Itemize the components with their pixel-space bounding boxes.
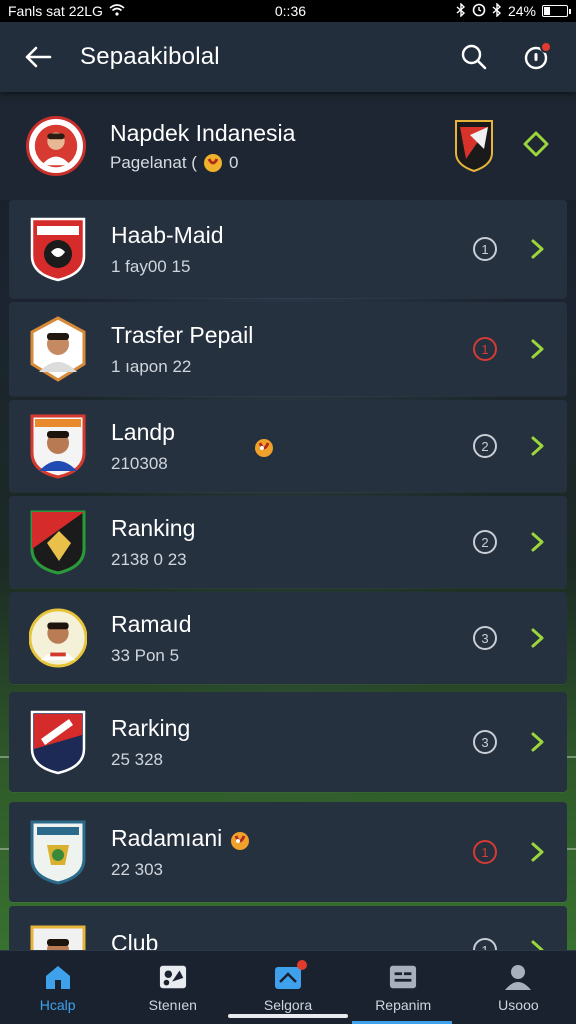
wifi-icon — [109, 3, 125, 19]
item-subtitle: 1 ıapon 22 — [111, 356, 192, 376]
club-badge-icon — [29, 819, 87, 885]
status-indicator: 1 — [473, 237, 497, 261]
nav-item-home[interactable]: Hcalp — [0, 951, 115, 1024]
nav-label: Repanim — [375, 996, 432, 1013]
item-title: Landp — [111, 418, 175, 445]
item-title: Rarking — [111, 714, 191, 741]
item-text: Landp 210308 — [111, 419, 253, 474]
player-badge-icon — [29, 605, 87, 671]
featured-subtitle-text: Pagelanat ( — [110, 152, 197, 172]
app-bar: Sepaakibolal — [0, 22, 576, 92]
user-icon — [504, 963, 532, 991]
nav-item-user[interactable]: Usooo — [461, 951, 576, 1024]
club-badge-icon — [29, 216, 87, 282]
item-subtitle: 22 303 — [111, 859, 163, 879]
item-subtitle: 1 fay00 15 — [111, 256, 191, 276]
nav-label: Usooo — [498, 996, 539, 1013]
notification-dot — [540, 41, 552, 53]
clock-text: 0::36 — [274, 3, 307, 19]
status-left: Fanls sat 22LG — [8, 3, 125, 19]
bluetooth-icon — [456, 1, 466, 20]
home-icon — [44, 963, 72, 991]
battery-fill — [543, 7, 550, 15]
alarm-icon — [472, 3, 486, 20]
item-subtitle: 33 Pon 5 — [111, 645, 180, 665]
battery-percent: 24% — [507, 3, 536, 19]
chevron-right-icon[interactable] — [525, 626, 549, 650]
item-text: Ranking 2138 0 23 — [111, 515, 473, 570]
item-subtitle: 2138 0 23 — [111, 549, 187, 569]
nav-label: Stenıen — [148, 996, 197, 1013]
item-title: Trasfer Pepail — [111, 321, 254, 348]
item-title: Ranking — [111, 514, 196, 541]
notification-icon[interactable] — [516, 37, 556, 77]
featured-subtitle-suffix: 0 — [228, 152, 239, 172]
list-item[interactable]: Landp 210308 2 — [9, 400, 567, 492]
chevron-right-icon[interactable] — [525, 237, 549, 261]
item-text: Radamıani 22 303 — [111, 825, 473, 880]
nav-item-stadium[interactable]: Stenıen — [115, 951, 230, 1024]
item-text: Ramaıd 33 Pon 5 — [111, 611, 473, 666]
chevron-right-icon[interactable] — [525, 840, 549, 864]
list-item[interactable]: Trasfer Pepail 1 ıapon 22 1 — [9, 302, 567, 396]
bluetooth-icon — [492, 1, 502, 20]
item-text: Trasfer Pepail 1 ıapon 22 — [111, 322, 473, 377]
stadium-icon — [159, 963, 187, 991]
player-badge-icon — [29, 413, 87, 479]
player-avatar — [26, 116, 86, 176]
chevron-right-icon[interactable] — [525, 730, 549, 754]
status-indicator: 3 — [473, 626, 497, 650]
battery-icon — [541, 5, 571, 17]
stats-icon — [389, 963, 417, 991]
list-item[interactable]: Radamıani 22 303 1 — [9, 802, 567, 902]
fire-ball-icon — [229, 829, 249, 851]
featured-name: Napdek Indanesia — [110, 119, 296, 146]
team-crest-icon — [454, 119, 494, 173]
status-right: 24% — [456, 1, 571, 20]
home-indicator[interactable] — [228, 1014, 348, 1018]
item-text: Haab-Maid 1 fay00 15 — [111, 222, 473, 277]
list-item[interactable]: Ranking 2138 0 23 2 — [9, 496, 567, 588]
list-item[interactable]: Haab-Maid 1 fay00 15 1 — [9, 200, 567, 298]
featured-subtitle: Pagelanat ( 0 — [110, 153, 454, 173]
status-indicator: 2 — [473, 434, 497, 458]
status-indicator-alert: 1 — [473, 840, 497, 864]
list-item[interactable]: Ramaıd 33 Pon 5 3 — [9, 592, 567, 684]
chevron-right-icon[interactable] — [525, 337, 549, 361]
trophy-ball-icon — [203, 153, 223, 173]
featured-team-card[interactable]: Napdek Indanesia Pagelanat ( 0 — [0, 92, 576, 200]
item-title: Ramaıd — [111, 610, 192, 637]
search-icon[interactable] — [454, 37, 494, 77]
item-title-text: Radamıani — [111, 824, 223, 851]
item-title: Radamıani — [111, 825, 473, 852]
page-title: Sepaakibolal — [80, 43, 220, 70]
status-indicator: 2 — [473, 530, 497, 554]
club-badge-icon — [29, 709, 87, 775]
news-badge-dot — [297, 959, 307, 970]
item-text: Rarking 25 328 — [111, 715, 473, 770]
player-badge-icon — [29, 316, 87, 382]
featured-text: Napdek Indanesia Pagelanat ( 0 — [110, 120, 454, 173]
chevron-right-icon[interactable] — [525, 530, 549, 554]
nav-label: Hcalp — [39, 996, 76, 1013]
carrier-text: Fanls sat 22LG — [8, 3, 103, 19]
list-item[interactable]: Rarking 25 328 3 — [9, 692, 567, 792]
status-bar: Fanls sat 22LG 0::36 24% — [0, 0, 576, 22]
back-arrow-icon[interactable] — [20, 39, 56, 75]
nav-label: Selgora — [263, 996, 313, 1013]
chevron-right-icon[interactable] — [525, 434, 549, 458]
status-indicator: 3 — [473, 730, 497, 754]
item-title: Haab-Maid — [111, 221, 224, 248]
item-subtitle: 25 328 — [111, 749, 163, 769]
news-icon — [274, 959, 307, 991]
status-indicator-alert: 1 — [473, 337, 497, 361]
nav-item-stats[interactable]: Repanim — [346, 951, 461, 1024]
diamond-chevron-icon[interactable] — [522, 130, 550, 163]
fire-ball-icon — [253, 436, 273, 457]
item-subtitle: 210308 — [111, 453, 168, 473]
club-badge-icon — [29, 509, 87, 575]
bottom-navigation: Hcalp Stenıen Selgora Repanim Usooo — [0, 950, 576, 1024]
